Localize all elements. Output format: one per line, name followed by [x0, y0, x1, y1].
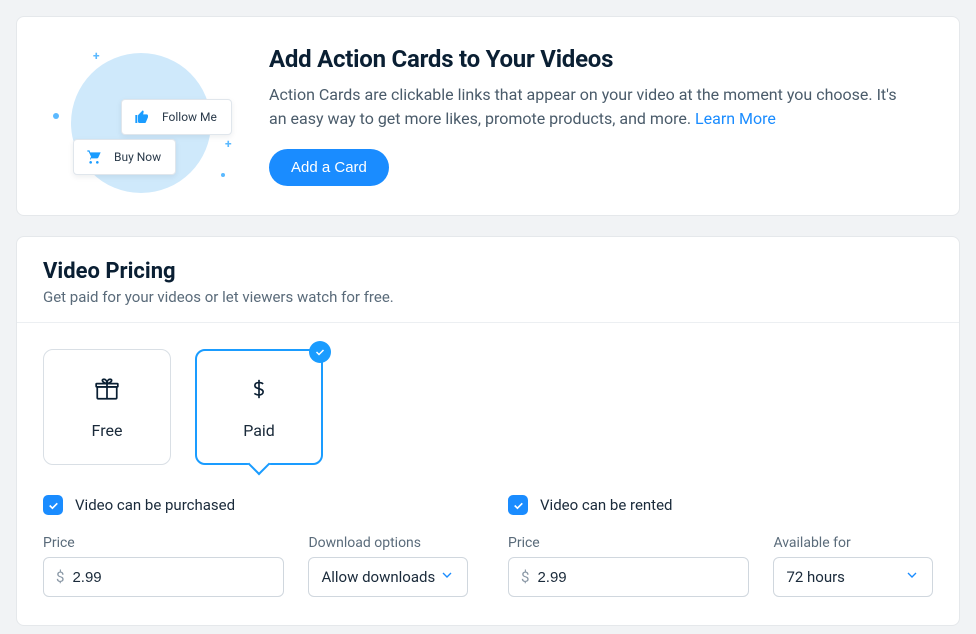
dollar-icon	[245, 375, 273, 403]
download-options-value: Allow downloads	[321, 568, 435, 586]
purchase-checkbox-label: Video can be purchased	[75, 496, 235, 514]
cart-icon	[84, 148, 104, 166]
available-for-label: Available for	[773, 535, 933, 551]
purchase-price-label: Price	[43, 535, 284, 551]
video-pricing-panel: Video Pricing Get paid for your videos o…	[16, 236, 960, 626]
illus-buy-label: Buy Now	[114, 150, 161, 164]
tier-free-label: Free	[92, 421, 123, 440]
download-options-label: Download options	[308, 535, 468, 551]
check-badge-icon	[309, 341, 331, 363]
illus-buy-card: Buy Now	[73, 139, 176, 175]
pricing-subtitle: Get paid for your videos or let viewers …	[43, 288, 933, 306]
purchase-column: Video can be purchased Price $ Download …	[43, 495, 468, 597]
illus-follow-label: Follow Me	[162, 110, 217, 124]
available-for-value: 72 hours	[786, 568, 845, 586]
download-options-select[interactable]: Allow downloads	[308, 557, 468, 597]
action-cards-illustration: + + Follow Me Buy Now	[41, 41, 241, 191]
tier-paid[interactable]: Paid	[195, 349, 323, 465]
pricing-tier-row: Free Paid	[17, 323, 959, 477]
tier-paid-label: Paid	[243, 421, 275, 440]
illus-follow-card: Follow Me	[121, 99, 232, 135]
currency-symbol: $	[56, 568, 64, 586]
learn-more-link[interactable]: Learn More	[695, 109, 776, 128]
chevron-down-icon	[439, 567, 455, 587]
rent-price-input-wrapper[interactable]: $	[508, 557, 749, 597]
rent-checkbox[interactable]	[508, 495, 528, 515]
action-cards-description-text: Action Cards are clickable links that ap…	[269, 85, 897, 128]
action-cards-title: Add Action Cards to Your Videos	[269, 45, 935, 73]
purchase-price-input-wrapper[interactable]: $	[43, 557, 284, 597]
purchase-price-input[interactable]	[72, 569, 271, 586]
rent-checkbox-label: Video can be rented	[540, 496, 673, 514]
available-for-select[interactable]: 72 hours	[773, 557, 933, 597]
rent-column: Video can be rented Price $ Available fo…	[508, 495, 933, 597]
chevron-down-icon	[904, 567, 920, 587]
action-cards-panel: + + Follow Me Buy Now Add Action Cards t…	[16, 16, 960, 216]
rent-price-input[interactable]	[537, 569, 736, 586]
pricing-title: Video Pricing	[43, 259, 933, 284]
purchase-checkbox[interactable]	[43, 495, 63, 515]
currency-symbol: $	[521, 568, 529, 586]
thumbs-up-icon	[132, 108, 152, 126]
gift-icon	[93, 375, 121, 403]
action-cards-description: Action Cards are clickable links that ap…	[269, 83, 909, 131]
rent-price-label: Price	[508, 535, 749, 551]
tier-free[interactable]: Free	[43, 349, 171, 465]
add-card-button[interactable]: Add a Card	[269, 149, 389, 186]
